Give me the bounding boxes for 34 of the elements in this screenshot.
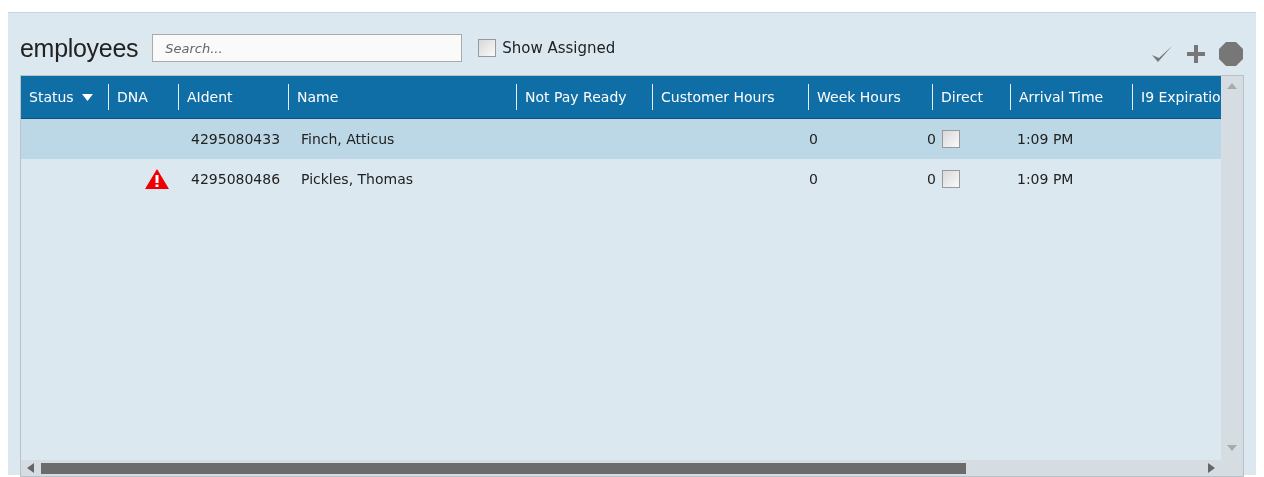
table-cell: Finch, Atticus: [301, 131, 395, 147]
panel-title: employees: [20, 33, 139, 63]
check-icon[interactable]: [1150, 44, 1174, 64]
table-cell: 1:09 PM: [1017, 131, 1074, 147]
stop-icon[interactable]: [1218, 41, 1244, 67]
table-cell: 0: [809, 171, 818, 187]
direct-checkbox[interactable]: [941, 130, 960, 148]
column-header[interactable]: AIdent: [179, 84, 289, 110]
show-assigned-checkbox[interactable]: Show Assigned: [478, 39, 616, 57]
table-row[interactable]: 4295080433 Finch, Atticus 0 0 1:09 PM: [21, 119, 1221, 159]
search-field[interactable]: Search...: [152, 34, 463, 62]
table-cell: 0: [927, 131, 936, 147]
add-icon[interactable]: [1186, 44, 1206, 64]
scroll-right-icon[interactable]: [1207, 463, 1215, 473]
column-header[interactable]: Not Pay Ready: [517, 84, 653, 110]
table-cell: 0: [809, 131, 818, 147]
table-row[interactable]: 4295080486 Pickles, Thomas 0 0 1:09 PM: [21, 159, 1221, 199]
column-header[interactable]: Status: [21, 84, 109, 110]
caret-icon[interactable]: [81, 93, 93, 101]
column-header[interactable]: Name: [289, 84, 517, 110]
horizontal-scrollbar[interactable]: [21, 460, 1221, 476]
direct-checkbox[interactable]: [941, 170, 960, 188]
table-cell: 1:09 PM: [1017, 171, 1074, 187]
column-header[interactable]: Direct: [933, 84, 1011, 110]
column-header[interactable]: Customer Hours: [653, 84, 809, 110]
column-header[interactable]: Arrival Time: [1011, 84, 1133, 110]
table-cell: 0: [927, 171, 936, 187]
column-header[interactable]: Week Hours: [809, 84, 933, 110]
column-header[interactable]: I9 Expiratio: [1133, 84, 1231, 110]
scroll-left-icon[interactable]: [27, 463, 35, 473]
table-cell: 4295080486: [191, 171, 281, 187]
column-header[interactable]: DNA: [109, 84, 179, 110]
table-cell: Pickles, Thomas: [301, 171, 414, 187]
table-cell: 4295080433: [191, 131, 281, 147]
